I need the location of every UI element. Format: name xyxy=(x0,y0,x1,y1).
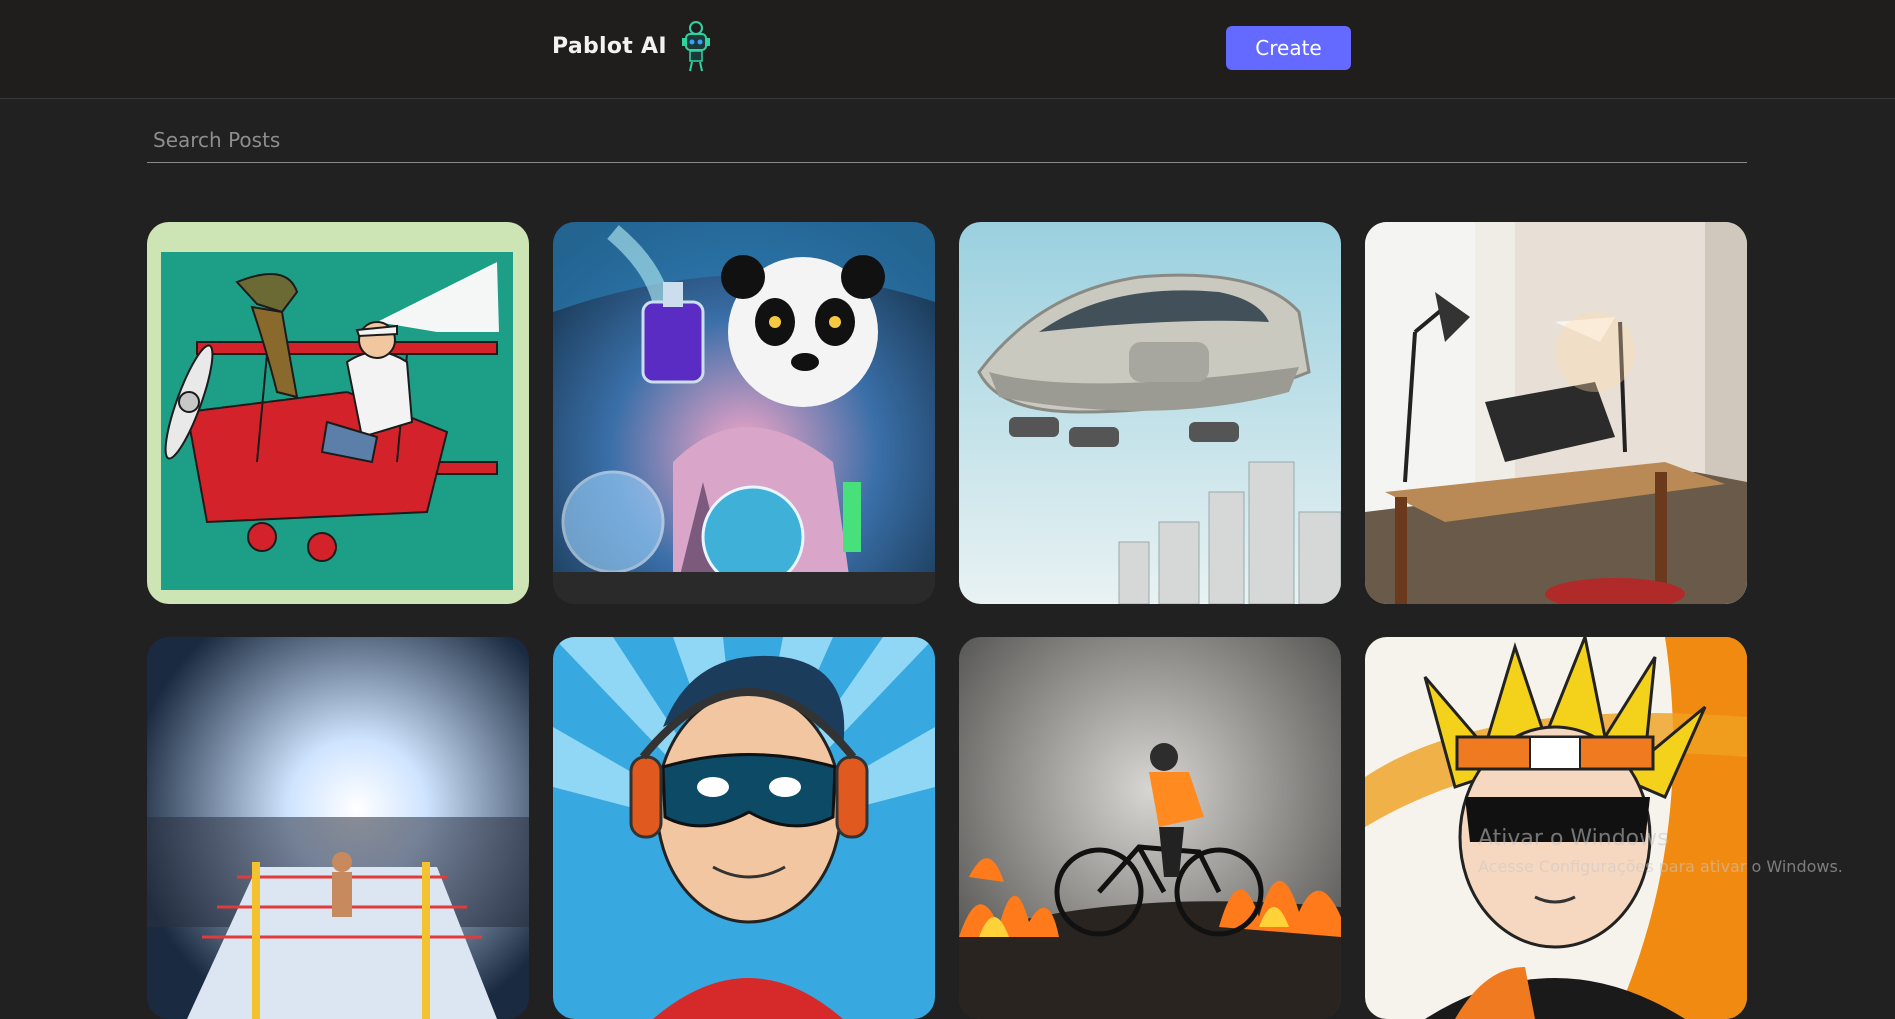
post-card[interactable] xyxy=(553,637,935,1019)
search-input[interactable] xyxy=(147,120,1747,160)
posts-grid xyxy=(147,222,1747,1019)
post-image xyxy=(147,637,529,1019)
post-card[interactable] xyxy=(1365,637,1747,1019)
post-image xyxy=(1365,222,1747,604)
post-card[interactable] xyxy=(553,222,935,604)
post-card[interactable] xyxy=(959,222,1341,604)
post-image xyxy=(553,222,935,604)
brand-name[interactable]: Pablot AI xyxy=(552,34,667,59)
create-button[interactable]: Create xyxy=(1226,26,1351,70)
post-card[interactable] xyxy=(147,637,529,1019)
top-navbar: Pablot AI Create xyxy=(0,0,1895,99)
post-image xyxy=(959,637,1341,1019)
post-image xyxy=(959,222,1341,604)
post-card[interactable] xyxy=(959,637,1341,1019)
robot-logo-icon xyxy=(681,21,710,72)
post-card[interactable] xyxy=(1365,222,1747,604)
post-image xyxy=(1365,637,1747,1019)
post-card[interactable] xyxy=(147,222,529,604)
search-field xyxy=(147,120,1747,163)
post-image xyxy=(147,222,529,604)
brand[interactable]: Pablot AI xyxy=(552,18,713,74)
post-image xyxy=(553,637,935,1019)
